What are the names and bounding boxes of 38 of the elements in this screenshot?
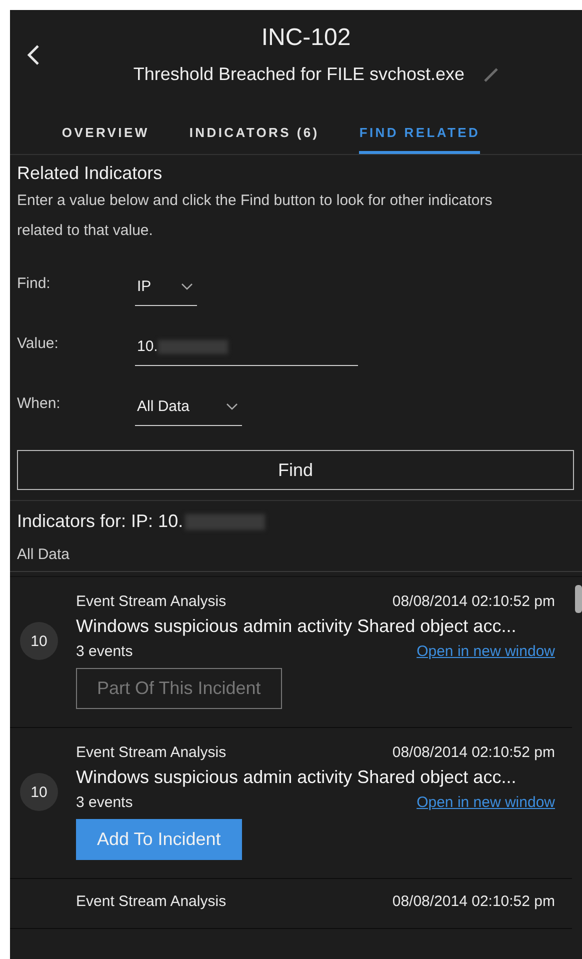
source-label: Event Stream Analysis [76,593,226,610]
results-range: All Data [17,545,71,565]
indicator-title: Windows suspicious admin activity Shared object acc... [76,616,518,637]
score-badge: 10 [20,773,58,811]
tab[interactable]: OVERVIEW [62,117,150,154]
event-count: 3 events [76,794,133,811]
source-label: Event Stream Analysis [76,744,226,761]
incident-id: INC-102 [260,24,352,52]
timestamp: 08/08/2014 02:10:52 pm [392,893,555,910]
pencil-icon[interactable] [482,66,499,82]
field-label: When: [17,395,62,414]
indicator-card[interactable]: 10 Event Stream Analysis 08/08/2014 02:10:52 pm Windows suspicious admin activity Shared object acc... 3 events Open in new window Part Of This Incident [10,577,572,728]
chevron-down-icon [181,282,193,290]
timestamp: 08/08/2014 02:10:52 pm [392,593,555,610]
source-label: Event Stream Analysis [76,893,226,910]
score-badge: 10 [20,622,58,660]
open-window-link[interactable]: Open in new window [416,794,555,811]
incident-title: Threshold Breached for FILE svchost.exe [133,64,465,85]
type-dropdown[interactable]: IP [135,278,197,306]
find-button[interactable]: Find [17,450,574,490]
redaction-blur [158,340,228,354]
results-heading: Indicators for: IP: 10. [17,511,184,532]
timestamp: 08/08/2014 02:10:52 pm [392,744,555,761]
value-input-field[interactable]: 10. [135,338,358,366]
time-range-dropdown[interactable]: All Data [135,398,242,426]
field-label: Find: [17,275,52,294]
indicator-title: Windows suspicious admin activity Shared object acc... [76,767,518,788]
description-text: Enter a value below and click the Find button to look for other indicators related to that value. [17,191,494,241]
chevron-down-icon [226,402,238,410]
section-heading: Related Indicators [17,163,164,184]
field-label: Value: [17,335,60,354]
indicator-card[interactable]: 10 Event Stream Analysis 08/08/2014 02:10:52 pm Windows suspicious admin activity Shared object acc... 3 events Open in new window Add To Incident [10,728,572,879]
open-window-link[interactable]: Open in new window [416,643,555,660]
tab[interactable]: FIND RELATED [359,117,480,154]
event-count: 3 events [76,643,133,660]
tab[interactable]: INDICATORS (6) [189,117,320,154]
scrollbar-thumb[interactable] [575,585,582,613]
indicator-card[interactable]: Event Stream Analysis 08/08/2014 02:10:52 pm [10,879,572,929]
